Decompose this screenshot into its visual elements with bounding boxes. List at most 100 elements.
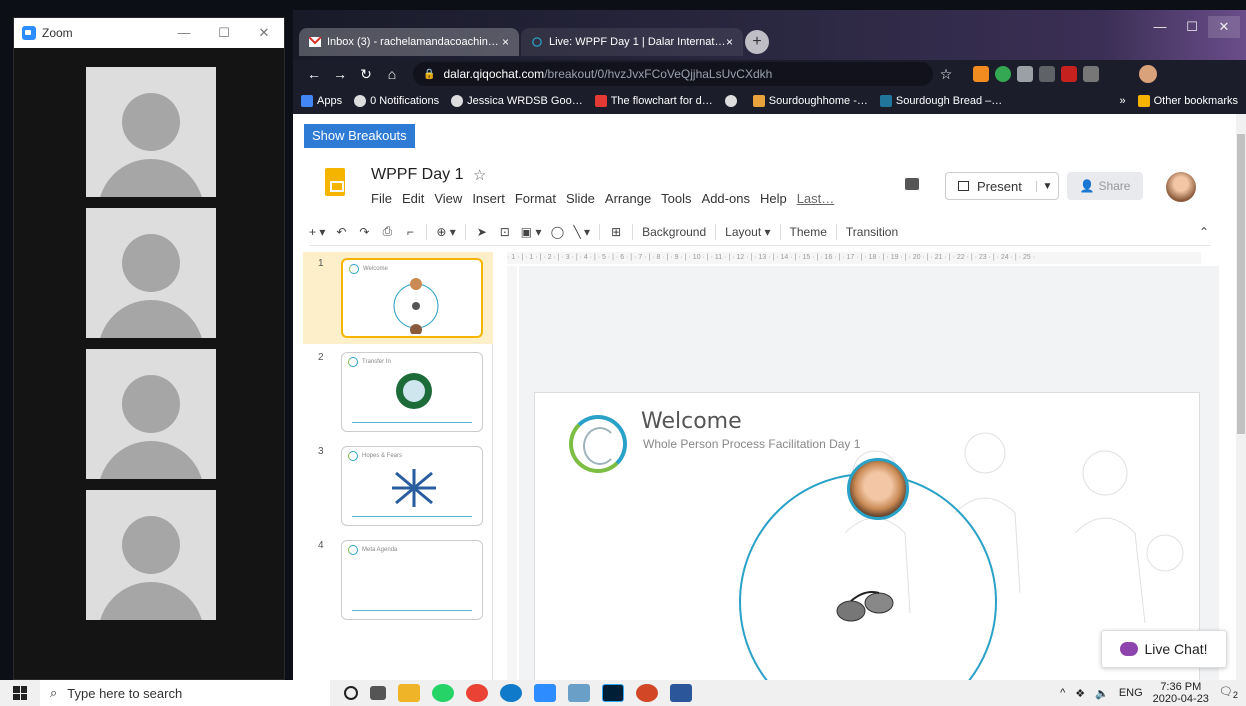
background-button[interactable]: Background	[642, 225, 706, 239]
comment-icon[interactable]	[905, 178, 919, 190]
redo-icon[interactable]: ↷	[357, 225, 371, 239]
language-indicator[interactable]: ENG	[1119, 687, 1143, 699]
whatsapp-icon[interactable]	[432, 684, 454, 702]
tab-close-icon[interactable]: ×	[726, 35, 733, 49]
live-chat-button[interactable]: Live Chat!	[1101, 630, 1227, 668]
app-icon[interactable]	[568, 684, 590, 702]
photoshop-icon[interactable]	[602, 684, 624, 702]
word-icon[interactable]	[670, 684, 692, 702]
dropbox-icon[interactable]: ❖	[1075, 687, 1085, 700]
share-button[interactable]: 👤 Share	[1067, 172, 1143, 200]
menu-addons[interactable]: Add-ons	[702, 191, 750, 206]
chrome-minimize-button[interactable]: —	[1144, 16, 1176, 38]
task-view-icon[interactable]	[370, 686, 386, 700]
image-icon[interactable]: ▣ ▾	[521, 225, 542, 239]
menu-file[interactable]: File	[371, 191, 392, 206]
chevron-up-icon[interactable]: ^	[1060, 687, 1065, 699]
slide-thumbnail-2[interactable]: 2 Transfer In	[303, 346, 493, 438]
chevron-down-icon[interactable]: ▼	[1036, 180, 1058, 192]
document-title[interactable]: WPPF Day 1	[371, 166, 463, 184]
extension-icon[interactable]	[1061, 66, 1077, 82]
taskbar-search[interactable]: ⌕ Type here to search	[40, 680, 330, 706]
zoom-app-icon[interactable]	[534, 684, 556, 702]
menu-arrange[interactable]: Arrange	[605, 191, 651, 206]
rss-extension-icon[interactable]	[973, 66, 989, 82]
menu-tools[interactable]: Tools	[661, 191, 691, 206]
menu-slide[interactable]: Slide	[566, 191, 595, 206]
clock[interactable]: 7:36 PM 2020-04-23	[1153, 681, 1209, 705]
last-edit-link[interactable]: Last…	[797, 191, 835, 206]
bookmark-globe[interactable]	[724, 95, 741, 107]
chevron-up-icon[interactable]: ⌃	[1197, 225, 1211, 239]
bookmarks-more-button[interactable]: »	[1120, 95, 1126, 107]
menu-edit[interactable]: Edit	[402, 191, 424, 206]
user-avatar[interactable]	[1166, 172, 1196, 202]
chrome-maximize-button[interactable]: ☐	[1176, 16, 1208, 38]
transition-button[interactable]: Transition	[846, 225, 898, 239]
powerpoint-icon[interactable]	[636, 684, 658, 702]
slide-thumbnail-1[interactable]: 1 Welcome	[303, 252, 493, 344]
bookmark-flowchart[interactable]: The flowchart for d…	[594, 95, 713, 107]
tab-close-icon[interactable]: ×	[502, 35, 509, 49]
reload-icon[interactable]: ↻	[353, 66, 379, 83]
bookmark-sourdoughhome[interactable]: Sourdoughhome -…	[752, 95, 868, 107]
slide-thumbnail-4[interactable]: 4 Meta Agenda	[303, 534, 493, 626]
bookmark-apps[interactable]: Apps	[301, 95, 342, 107]
show-breakouts-button[interactable]: Show Breakouts	[304, 124, 415, 148]
bookmark-star-icon[interactable]: ☆	[933, 66, 959, 83]
file-explorer-icon[interactable]	[398, 684, 420, 702]
tab-live-wppf[interactable]: Live: WPPF Day 1 | Dalar Internat… ×	[521, 28, 743, 56]
chrome-close-button[interactable]: ✕	[1208, 16, 1240, 38]
line-icon[interactable]: ╲ ▾	[574, 225, 591, 239]
shape-icon[interactable]: ◯	[551, 225, 565, 239]
extension-icon[interactable]	[1083, 66, 1099, 82]
grammarly-extension-icon[interactable]	[995, 66, 1011, 82]
slide-thumbnail-3[interactable]: 3 Hopes & Fears	[303, 440, 493, 532]
bookmark-sourdough-bread[interactable]: Sourdough Bread –…	[879, 95, 1002, 107]
bookmark-notifications[interactable]: 0 Notifications	[354, 95, 439, 107]
profile-avatar[interactable]	[1139, 65, 1157, 83]
page-scrollbar[interactable]	[1236, 114, 1246, 680]
extension-icon[interactable]	[1017, 66, 1033, 82]
select-icon[interactable]: ➤	[475, 225, 489, 239]
zoom-close-button[interactable]: ✕	[244, 25, 284, 41]
participant-tile[interactable]	[86, 67, 216, 197]
menu-view[interactable]: View	[434, 191, 462, 206]
extension-icon[interactable]	[1039, 66, 1055, 82]
text-box-icon[interactable]: ⊡	[498, 225, 512, 239]
theme-button[interactable]: Theme	[790, 225, 827, 239]
add-comment-icon[interactable]: ⊞	[609, 225, 623, 239]
present-button[interactable]: Present ▼	[945, 172, 1059, 200]
back-icon[interactable]: ←	[301, 66, 327, 82]
address-bar[interactable]: 🔒 dalar.qiqochat.com /breakout/0/hvzJvxF…	[413, 62, 933, 86]
zoom-icon[interactable]: ⊕ ▾	[436, 225, 455, 239]
menu-insert[interactable]: Insert	[472, 191, 505, 206]
participant-tile[interactable]	[86, 490, 216, 620]
tingsha-bells-image	[836, 591, 894, 622]
print-icon[interactable]: ⎙	[380, 224, 394, 239]
start-button[interactable]	[0, 686, 40, 700]
participant-tile[interactable]	[86, 208, 216, 338]
participant-tile[interactable]	[86, 349, 216, 479]
paint-format-icon[interactable]: ⌐	[403, 225, 417, 239]
zoom-maximize-button[interactable]: ☐	[204, 25, 244, 41]
other-bookmarks[interactable]: Other bookmarks	[1137, 95, 1238, 107]
new-slide-icon[interactable]: + ▾	[309, 225, 325, 239]
home-icon[interactable]: ⌂	[379, 66, 405, 82]
tab-gmail-inbox[interactable]: Inbox (3) - rachelamandacoachin… ×	[299, 28, 519, 56]
cortana-icon[interactable]	[344, 686, 358, 700]
edge-icon[interactable]	[500, 684, 522, 702]
bookmark-jessica[interactable]: Jessica WRDSB Goo…	[451, 95, 583, 107]
volume-icon[interactable]: 🔈	[1095, 687, 1109, 700]
menu-format[interactable]: Format	[515, 191, 556, 206]
forward-icon[interactable]: →	[327, 66, 353, 82]
slides-logo-icon[interactable]	[325, 168, 345, 196]
layout-button[interactable]: Layout ▾	[725, 225, 770, 239]
menu-help[interactable]: Help	[760, 191, 787, 206]
new-tab-button[interactable]: +	[745, 30, 769, 54]
notifications-icon[interactable]: 🗨2	[1219, 685, 1238, 700]
zoom-minimize-button[interactable]: —	[164, 25, 204, 41]
star-icon[interactable]: ☆	[473, 166, 486, 184]
chrome-icon[interactable]	[466, 684, 488, 702]
undo-icon[interactable]: ↶	[334, 225, 348, 239]
